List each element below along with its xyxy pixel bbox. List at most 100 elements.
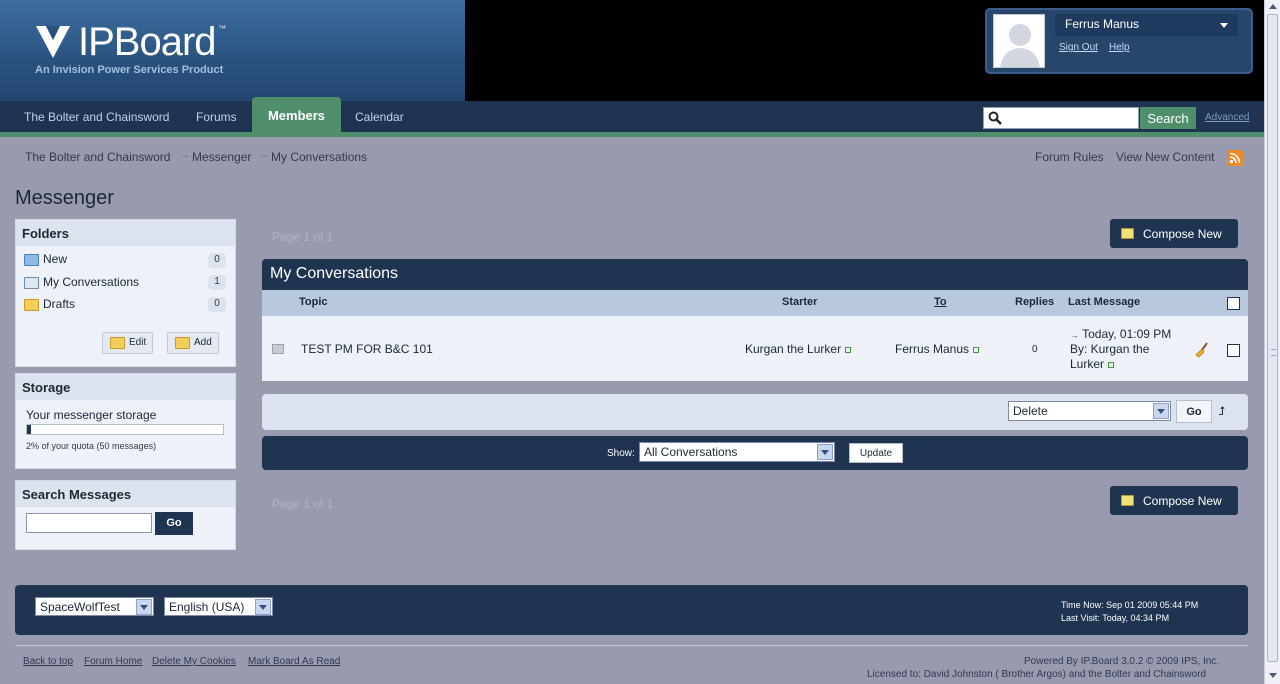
pagination-top: Page 1 of 1 — [272, 230, 334, 244]
storage-progress-bar — [26, 424, 224, 435]
rss-icon[interactable] — [1227, 150, 1243, 166]
breadcrumb-messenger[interactable]: Messenger — [192, 150, 251, 164]
conversations-table: My Conversations Topic Starter To Replie… — [262, 259, 1248, 383]
broom-icon[interactable] — [1194, 342, 1210, 358]
user-panel: Ferrus Manus Sign Out Help — [985, 8, 1253, 74]
site-header: IPBoard ™ An Invision Power Services Pro… — [0, 0, 1264, 101]
topic-link[interactable]: TEST PM FOR B&C 101 — [301, 342, 433, 356]
sign-out-link[interactable]: Sign Out — [1059, 42, 1098, 53]
col-replies[interactable]: Replies — [1015, 296, 1054, 308]
logo-banner[interactable]: IPBoard ™ An Invision Power Services Pro… — [0, 0, 465, 101]
starter-name[interactable]: Kurgan the Lurker — [745, 342, 852, 356]
logo-text: IPBoard — [78, 20, 217, 64]
scrollbar-thumb[interactable] — [1267, 14, 1278, 662]
folder-add-icon — [175, 337, 190, 349]
pagination-bottom: Page 1 of 1 — [272, 497, 334, 511]
folder-edit-icon — [110, 337, 125, 349]
scroll-up-icon[interactable] — [1269, 4, 1277, 9]
last-poster[interactable]: Lurker — [1070, 357, 1115, 371]
profile-icon[interactable] — [973, 346, 980, 353]
back-to-top-link[interactable]: Back to top — [23, 656, 73, 667]
folder-label: New — [43, 252, 68, 266]
folder-icon — [24, 299, 39, 311]
scroll-down-icon[interactable] — [1269, 673, 1277, 678]
arrow-up-icon: ⮥ — [1218, 404, 1226, 418]
mark-board-read-link[interactable]: Mark Board As Read — [248, 656, 340, 667]
storage-panel: Storage Your messenger storage 2% of you… — [15, 373, 236, 469]
skin-select[interactable]: SpaceWolfTest — [35, 597, 154, 616]
search-messages-title: Search Messages — [16, 481, 235, 507]
help-link[interactable]: Help — [1109, 42, 1130, 53]
edit-folders-button[interactable]: Edit — [102, 332, 154, 354]
reply-count: 0 — [1032, 344, 1038, 355]
breadcrumb-separator: → — [180, 150, 190, 161]
select-all-checkbox[interactable] — [1227, 297, 1240, 310]
delete-cookies-link[interactable]: Delete My Cookies — [152, 656, 236, 667]
breadcrumb-home[interactable]: The Bolter and Chainsword — [25, 150, 170, 164]
add-folder-button[interactable]: Add — [167, 332, 219, 354]
chevron-down-icon — [1220, 23, 1228, 28]
row-select-checkbox[interactable] — [1227, 344, 1240, 357]
footer-bar: SpaceWolfTest English (USA) Time Now: Se… — [15, 585, 1248, 635]
tab-members[interactable]: Members — [252, 97, 341, 132]
user-silhouette-icon — [994, 15, 1044, 67]
profile-icon[interactable] — [845, 346, 852, 353]
chevron-down-icon — [1153, 403, 1169, 419]
tab-calendar[interactable]: Calendar — [355, 110, 404, 124]
show-filter-select[interactable]: All Conversations — [639, 442, 835, 462]
advanced-search-link[interactable]: Advanced — [1205, 112, 1249, 123]
footer-divider — [15, 645, 1248, 646]
read-status-icon — [272, 344, 284, 354]
nav-underline — [0, 132, 1264, 137]
search-messages-go-button[interactable]: Go — [155, 512, 193, 535]
col-topic[interactable]: Topic — [299, 296, 328, 308]
col-last-message[interactable]: Last Message — [1068, 296, 1140, 308]
tab-bolter-and-chainsword[interactable]: The Bolter and Chainsword — [24, 110, 169, 124]
show-label: Show: — [607, 448, 635, 459]
user-menu-dropdown[interactable]: Ferrus Manus — [1055, 14, 1238, 36]
bulk-action-select[interactable]: Delete — [1008, 401, 1171, 421]
compose-new-button-bottom[interactable]: Compose New — [1110, 486, 1238, 515]
logo-trademark: ™ — [218, 24, 226, 33]
table-title: My Conversations — [262, 259, 1248, 290]
arrow-right-icon: → — [1070, 330, 1079, 340]
language-select[interactable]: English (USA) — [164, 597, 273, 616]
search-button[interactable]: Search — [1140, 107, 1196, 129]
new-folder-icon — [24, 254, 39, 266]
avatar[interactable] — [993, 14, 1045, 68]
search-messages-panel: Search Messages Go — [15, 480, 236, 550]
page-title: Messenger — [15, 187, 114, 209]
table-row[interactable]: TEST PM FOR B&C 101 Kurgan the Lurker Fe… — [262, 316, 1248, 381]
ipboard-logo-icon — [36, 26, 70, 58]
compose-icon — [1121, 495, 1134, 506]
search-input[interactable] — [983, 107, 1139, 129]
search-messages-input[interactable] — [26, 513, 152, 533]
compose-icon — [1121, 228, 1134, 239]
last-message-time[interactable]: → Today, 01:09 PM — [1070, 327, 1171, 341]
filter-bar: Show: All Conversations Update — [262, 436, 1248, 470]
page-scrollbar[interactable] — [1264, 0, 1280, 684]
user-name: Ferrus Manus — [1065, 17, 1140, 31]
recipient-name[interactable]: Ferrus Manus — [895, 342, 980, 356]
chevron-down-icon — [136, 599, 152, 615]
forum-rules-link[interactable]: Forum Rules — [1035, 150, 1104, 164]
breadcrumb-current: My Conversations — [271, 150, 368, 164]
folder-count-drafts: 0 — [208, 297, 226, 312]
chevron-down-icon — [255, 599, 271, 615]
compose-new-button[interactable]: Compose New — [1110, 219, 1238, 248]
bulk-action-go-button[interactable]: Go — [1176, 400, 1212, 423]
table-header-row: Topic Starter To Replies Last Message — [262, 290, 1248, 316]
update-button[interactable]: Update — [849, 443, 903, 463]
powered-by: Powered By IP.Board 3.0.2 © 2009 IPS, In… — [1024, 656, 1220, 667]
search-icon — [988, 111, 1002, 125]
col-starter[interactable]: Starter — [782, 296, 817, 308]
col-to[interactable]: To — [934, 296, 947, 308]
tab-forums[interactable]: Forums — [196, 110, 237, 124]
forum-home-link[interactable]: Forum Home — [84, 656, 142, 667]
folder-label: Drafts — [43, 297, 76, 311]
bulk-action-bar: Delete Go ⮥ — [262, 394, 1248, 430]
breadcrumb-separator: → — [259, 150, 269, 161]
profile-icon[interactable] — [1108, 361, 1115, 368]
view-new-content-link[interactable]: View New Content — [1116, 150, 1215, 164]
folders-title: Folders — [16, 220, 235, 246]
